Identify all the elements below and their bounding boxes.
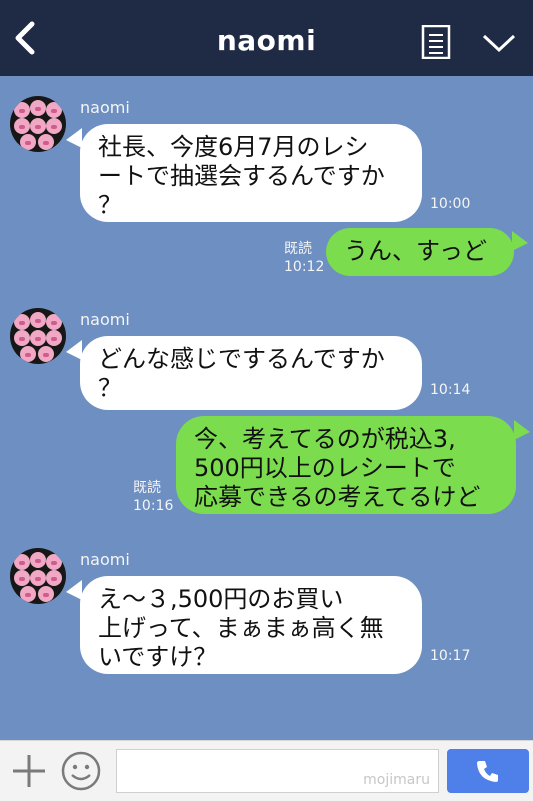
list-icon[interactable] bbox=[420, 24, 454, 60]
message-time: 10:00 bbox=[430, 196, 471, 212]
watermark-text: mojimaru bbox=[363, 772, 430, 788]
read-receipt: 既読 10:12 bbox=[284, 241, 325, 275]
sender-name: naomi bbox=[80, 98, 130, 117]
message-time: 10:17 bbox=[430, 648, 471, 664]
avatar[interactable] bbox=[10, 548, 66, 604]
message-bubble-outgoing[interactable]: 今、考えてるのが税込3, 500円以上のレシートで 応募できるの考えてるけど bbox=[176, 416, 516, 514]
message-bubble-incoming[interactable]: 社長、今度6月7月のレシ ートで抽選会するんですか ？ bbox=[80, 124, 422, 222]
avatar[interactable] bbox=[10, 96, 66, 152]
plus-icon[interactable] bbox=[10, 752, 48, 790]
message-text: どんな感じでするんですか ？ bbox=[98, 345, 385, 402]
avatar[interactable] bbox=[10, 308, 66, 364]
message-text: え〜３,500円のお買い 上げって、まぁまぁ高く無 いですけ？ bbox=[98, 585, 384, 671]
smiley-icon[interactable] bbox=[60, 750, 102, 792]
message-bubble-incoming[interactable]: え〜３,500円のお買い 上げって、まぁまぁ高く無 いですけ？ bbox=[80, 576, 422, 674]
message-bubble-incoming[interactable]: どんな感じでするんですか ？ bbox=[80, 336, 422, 410]
message-bubble-outgoing[interactable]: うん、すっど bbox=[326, 228, 514, 276]
sender-name: naomi bbox=[80, 310, 130, 329]
read-receipt: 既読 10:16 bbox=[133, 480, 174, 514]
message-text: 今、考えてるのが税込3, 500円以上のレシートで 応募できるの考えてるけど bbox=[194, 425, 481, 511]
message-text: 社長、今度6月7月のレシ ートで抽選会するんですか ？ bbox=[98, 133, 385, 219]
message-list[interactable]: naomi 社長、今度6月7月のレシ ートで抽選会するんですか ？ 10:00 … bbox=[0, 76, 533, 740]
sender-name: naomi bbox=[80, 550, 130, 569]
chevron-down-icon[interactable] bbox=[481, 32, 517, 54]
message-text: うん、すっど bbox=[344, 237, 488, 265]
message-time: 10:14 bbox=[430, 382, 471, 398]
composer-bar: mojimaru bbox=[0, 740, 533, 801]
call-button[interactable] bbox=[447, 749, 529, 793]
message-input[interactable]: mojimaru bbox=[116, 749, 439, 793]
chat-header: naomi bbox=[0, 0, 533, 76]
